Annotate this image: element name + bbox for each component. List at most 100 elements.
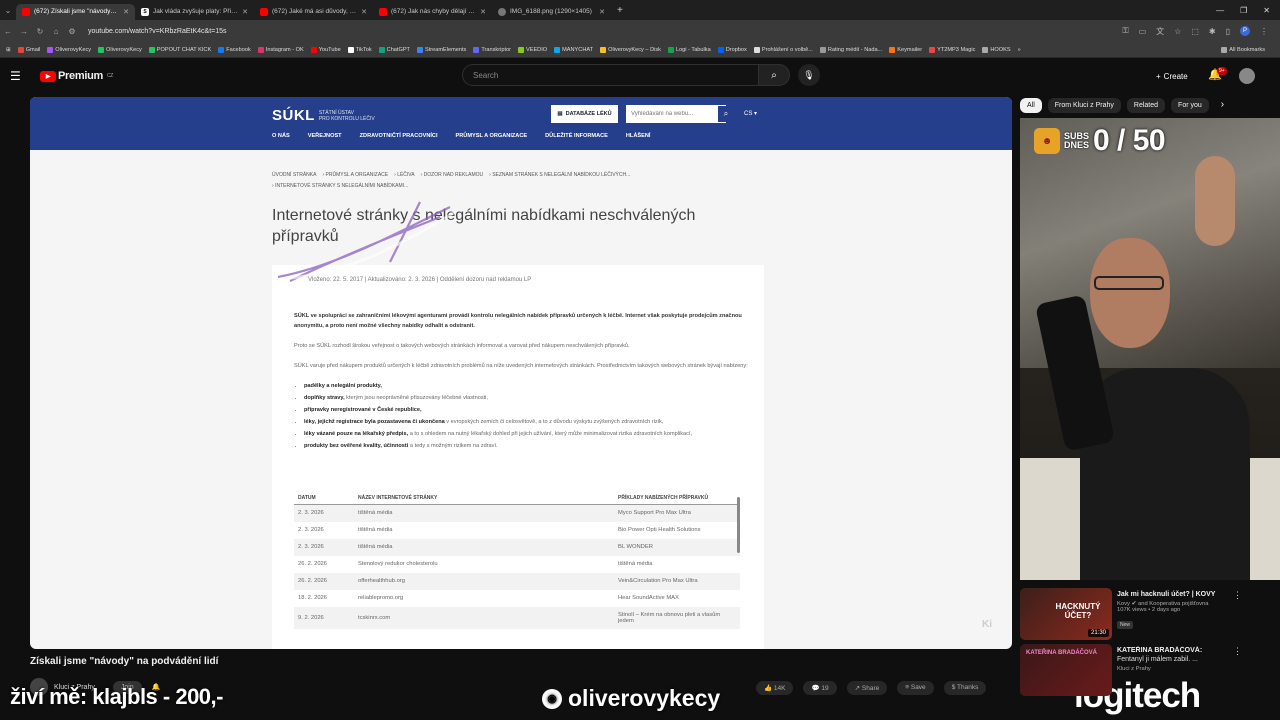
column-header: PŘÍKLADY NABÍZENÝCH PŘÍPRAVKŮ — [614, 492, 740, 505]
bookmark-item[interactable]: YT2MP3 Magic — [929, 46, 975, 53]
bookmark-star-icon[interactable]: ☆ — [1174, 27, 1181, 36]
chip-from-channel[interactable]: From Kluci z Prahy — [1047, 98, 1121, 113]
column-header: NÁZEV INTERNETOVÉ STRÁNKY — [354, 492, 614, 505]
more-options-icon[interactable]: ⋮ — [1233, 590, 1242, 601]
bookmark-item[interactable]: Prohlášení o volbě... — [753, 46, 813, 53]
tab-3[interactable]: (672) Jaké má asi důvody, proč ✕ — [254, 4, 373, 20]
subs-counter-overlay: ☻ SUBS DNES 0 / 50 — [1034, 124, 1166, 158]
recommendation-item[interactable]: HACKNUTÝ ÚČET? 21:30 Jak mi hacknuli úče… — [1020, 588, 1280, 646]
profile-avatar[interactable]: P — [1240, 26, 1250, 36]
maximize-icon[interactable]: ❐ — [1240, 6, 1247, 15]
bookmark-item[interactable]: ChatGPT — [378, 46, 410, 53]
microphone-icon[interactable]: 🎙 — [798, 64, 820, 86]
list-item: přípravky neregistrované v České republi… — [304, 405, 754, 415]
chip-all[interactable]: All — [1020, 98, 1042, 113]
bookmark-item[interactable]: Gmail — [17, 46, 40, 53]
bookmark-item[interactable]: VEEDIO — [517, 46, 547, 53]
table-row: 2. 3. 2026 tištěná média BL WONDER — [294, 538, 740, 556]
close-icon[interactable]: ✕ — [242, 8, 248, 16]
video-thumbnail[interactable]: HACKNUTÝ ÚČET? 21:30 — [1020, 588, 1112, 640]
extensions-puzzle-icon[interactable]: ✱ — [1209, 27, 1216, 36]
chip-related[interactable]: Related — [1126, 98, 1166, 113]
sidebar-icon[interactable]: ▯ — [1226, 27, 1230, 36]
bookmark-item[interactable]: OliverovyKecy — [47, 46, 91, 53]
bookmark-item[interactable]: StreamElements — [416, 46, 466, 53]
more-options-icon[interactable]: ⋮ — [1233, 646, 1242, 657]
thanks-button[interactable]: $ Thanks — [943, 681, 987, 695]
cast-icon[interactable]: ▭ — [1139, 27, 1147, 36]
bookmark-item[interactable]: TikTok — [347, 46, 372, 53]
key-icon[interactable]: ⚿ — [1123, 26, 1129, 36]
account-avatar[interactable] — [1239, 68, 1255, 84]
bookmarks-overflow-icon[interactable]: » — [1018, 47, 1021, 53]
search-icon[interactable]: ⌕ — [758, 64, 790, 86]
table-row: 2. 3. 2026 tištěná média Bio Power Opti He… — [298, 527, 701, 533]
back-icon[interactable]: ← — [0, 27, 16, 36]
bookmark-item[interactable]: Logi - Tabulka — [667, 46, 711, 53]
bookmark-item[interactable]: Transkriptor — [473, 46, 511, 53]
close-window-icon[interactable]: ✕ — [1263, 6, 1270, 15]
column-header: DATUM — [294, 492, 354, 505]
close-icon[interactable]: ✕ — [480, 8, 486, 16]
chip-for-you[interactable]: For you — [1171, 98, 1209, 113]
hamburger-menu-icon[interactable]: ☰ — [10, 69, 30, 83]
instagram-handle-overlay: ◉ oliverovykecy — [542, 685, 720, 712]
bookmark-item[interactable]: Instagram - OK — [257, 46, 304, 53]
sukl-nav-item: DŮLEŽITÉ INFORMACE — [545, 133, 608, 139]
youtube-premium-logo[interactable]: ▶ Premium CZ — [40, 70, 113, 82]
like-button[interactable]: 👍 14K — [756, 681, 794, 695]
table-row: 26. 2. 2026 offerhealthhub.org Vein&Circul… — [294, 572, 740, 590]
list-item: léky vázané pouze na lékařský předpis, a… — [304, 429, 754, 439]
bookmark-item[interactable]: OliverovyKecy — [98, 46, 142, 53]
bookmark-item[interactable]: Rating médií - Nada... — [819, 46, 882, 53]
tab-5[interactable]: IMG_6188.png (1290×1405) ✕ — [492, 4, 611, 20]
bookmark-item[interactable]: Keymailer — [889, 46, 922, 53]
bookmark-item[interactable]: OliverovyKecy – Disk — [600, 46, 661, 53]
tab-title: Jak vláda zvyšuje platy: Přidá lé — [153, 8, 239, 15]
bookmark-item[interactable]: YouTube — [310, 46, 341, 53]
recommendation-views: 107K views • 2 days ago — [1117, 607, 1181, 613]
close-icon[interactable]: ✕ — [599, 8, 605, 16]
offer-list: padělky a nelegální produkty, doplňky st… — [304, 381, 754, 451]
tab-4[interactable]: (672) Jak nás chyby dělají chyt ✕ — [373, 4, 492, 20]
share-button[interactable]: ↗ Share — [846, 681, 888, 695]
sukl-logo: SÚKL STÁTNÍ ÚSTAV PRO KONTROLU LÉČIV — [272, 107, 375, 124]
site-info-icon[interactable]: ⚙ — [64, 27, 80, 36]
tab-1[interactable]: (672) Získali jsme "návody" na pod ✕ — [16, 3, 135, 20]
extensions-icon[interactable]: ⬚ — [1191, 27, 1199, 36]
video-thumbnail[interactable]: KATEŘINA BRADÁČOVÁ — [1020, 644, 1112, 696]
sukl-nav: O NÁS VEŘEJNOST ZDRAVOTNIČTÍ PRACOVNÍCI … — [272, 133, 650, 139]
tab-search-icon[interactable]: ⌄ — [0, 6, 16, 15]
reload-icon[interactable]: ↻ — [32, 27, 48, 36]
home-icon[interactable]: ⌂ — [48, 27, 64, 36]
recommendation-item[interactable]: KATEŘINA BRADÁČOVÁ KATEŘINA BRADÁČOVÁ: F… — [1020, 644, 1280, 702]
new-tab-icon[interactable]: + — [617, 5, 623, 16]
save-button[interactable]: ≡ Save — [897, 681, 934, 695]
bookmark-item[interactable]: MANYCHAT — [554, 46, 593, 53]
create-button[interactable]: + Create — [1148, 67, 1196, 85]
table-row: 9. 2. 2026 tcskinrx.com Stinolí – Krém na … — [294, 606, 740, 629]
bookmark-item[interactable]: Dropbox — [717, 46, 747, 53]
comments-button[interactable]: 💬 19 — [803, 681, 837, 695]
close-icon[interactable]: ✕ — [361, 8, 367, 16]
apps-icon[interactable]: ⊞ — [6, 47, 11, 53]
chevron-right-icon[interactable]: › — [1221, 98, 1224, 113]
kebab-menu-icon[interactable]: ⋮ — [1260, 27, 1268, 36]
paragraph: SÚKL varuje před nákupem produktů určený… — [294, 363, 748, 369]
url-field[interactable]: youtube.com/watch?v=KRbzRaEtK4c&t=15s — [88, 28, 227, 35]
tab-2[interactable]: S Jak vláda zvyšuje platy: Přidá lé ✕ — [135, 4, 254, 20]
minimize-icon[interactable]: — — [1216, 6, 1224, 15]
video-player[interactable]: SÚKL STÁTNÍ ÚSTAV PRO KONTROLU LÉČIV ▤ DA… — [30, 97, 1012, 649]
all-bookmarks[interactable]: All Bookmarks — [1221, 46, 1273, 53]
bookmark-item[interactable]: HOOKS — [982, 46, 1011, 53]
close-icon[interactable]: ✕ — [123, 8, 129, 16]
address-bar-icons: ⚿ ▭ 文 ☆ ⬚ ✱ ▯ P ⋮ — [1123, 26, 1280, 37]
bookmark-item[interactable]: Facebook — [218, 46, 251, 53]
forward-icon[interactable]: → — [16, 27, 32, 36]
sukl-nav-item: VEŘEJNOST — [307, 133, 342, 139]
streamer-glasses — [1094, 276, 1164, 290]
search-input[interactable] — [462, 64, 758, 86]
search-bar: ⌕ 🎙 — [462, 64, 820, 86]
bookmark-item[interactable]: POPOUT CHAT KICK — [148, 46, 211, 53]
translate-icon[interactable]: 文 — [1156, 26, 1164, 37]
